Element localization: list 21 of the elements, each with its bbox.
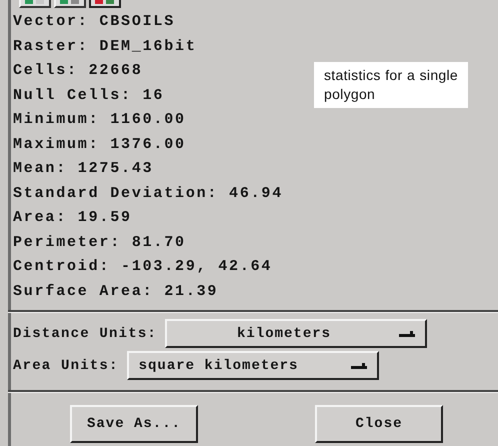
statistic-text: Minimum: 1160.00 [13,110,186,130]
menu-indicator-icon [399,330,416,336]
close-button[interactable]: Close [315,405,443,443]
statistic-text: Surface Area: 21.39 [13,282,218,302]
field-label: Area Units: [13,358,119,374]
statistic-text: Raster: DEM_16bit [13,36,197,56]
statistic-text: Perimeter: 81.70 [13,232,186,252]
statistic-text: Vector: CBSOILS [13,12,176,32]
statistic-text: Standard Deviation: 46.94 [13,184,284,204]
menu-indicator-icon [350,362,367,368]
annotation-label: statistics for a single polygon [314,62,468,108]
statistic-text: Cells: 22668 [13,61,143,81]
statistic-text: Null Cells: 16 [13,86,164,106]
unit-dropdown[interactable]: square kilometers [126,351,379,380]
statistic-text: Mean: 1275.43 [13,159,154,179]
statistic-text: Area: 19.59 [13,208,132,228]
field-label: Distance Units: [13,326,158,342]
statistic-text: Centroid: -103.29, 42.64 [13,257,272,277]
save-as-button[interactable]: Save As... [70,405,198,443]
statistic-text: Maximum: 1376.00 [13,134,186,154]
unit-dropdown[interactable]: kilometers [165,319,428,348]
